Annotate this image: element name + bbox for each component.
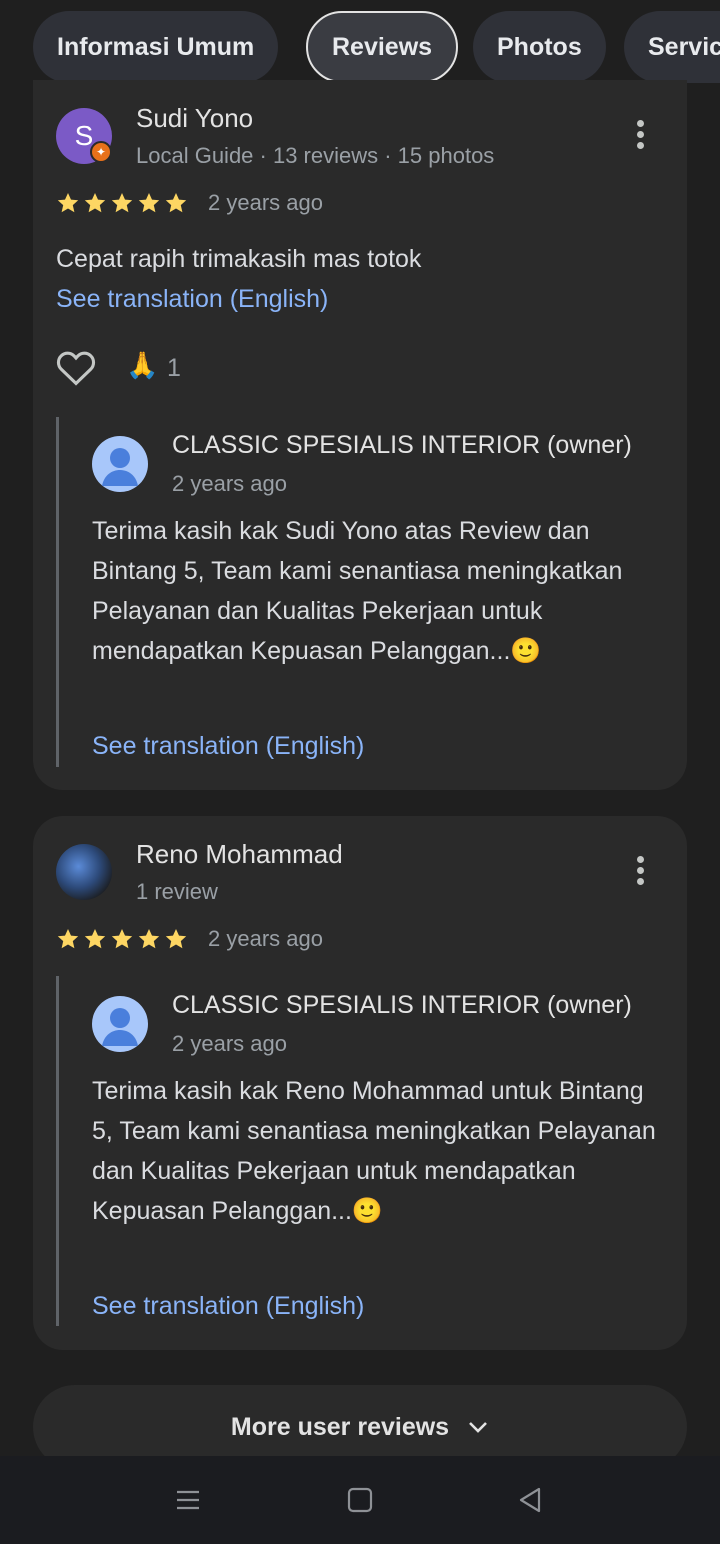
review-time: 2 years ago xyxy=(208,926,323,951)
owner-avatar xyxy=(92,996,148,1052)
place-reviews-screen: Informasi Umum Reviews Photos Services S… xyxy=(0,0,720,1544)
star-icon xyxy=(57,193,79,213)
star-icon xyxy=(111,193,133,213)
star-icon xyxy=(165,193,187,213)
chevron-down-icon xyxy=(469,1422,487,1433)
like-heart-icon[interactable] xyxy=(55,348,97,386)
back-icon[interactable] xyxy=(514,1484,546,1516)
star-icon xyxy=(165,929,187,949)
person-icon xyxy=(102,1008,138,1046)
review-card: S ✦ Sudi Yono Local Guide · 13 reviews ·… xyxy=(33,80,687,790)
star-icon xyxy=(57,929,79,949)
review-text: Cepat rapih trimakasih mas totok xyxy=(56,245,422,273)
see-translation-link[interactable]: See translation (English) xyxy=(56,285,328,314)
more-user-reviews-label: More user reviews xyxy=(230,1412,450,1441)
tab-photos[interactable]: Photos xyxy=(473,11,606,83)
owner-name: CLASSIC SPESIALIS INTERIOR (owner) xyxy=(172,431,632,459)
see-translation-link[interactable]: See translation (English) xyxy=(92,1292,364,1321)
tab-services[interactable]: Services xyxy=(624,11,720,83)
star-rating xyxy=(56,927,188,951)
avatar[interactable] xyxy=(56,844,112,900)
reaction-count: 1 xyxy=(167,354,181,382)
system-navigation-bar xyxy=(0,1456,720,1544)
more-options-icon[interactable] xyxy=(628,852,652,892)
home-icon[interactable] xyxy=(344,1484,376,1516)
menu-icon[interactable] xyxy=(172,1484,204,1516)
owner-name: CLASSIC SPESIALIS INTERIOR (owner) xyxy=(172,991,632,1019)
more-options-icon[interactable] xyxy=(628,116,652,156)
reviewer-meta: 1 review xyxy=(136,879,218,904)
star-icon xyxy=(84,929,106,949)
star-icon xyxy=(84,193,106,213)
reviewer-name[interactable]: Reno Mohammad xyxy=(136,839,343,870)
see-translation-link[interactable]: See translation (English) xyxy=(92,732,364,761)
star-icon xyxy=(138,193,160,213)
owner-avatar xyxy=(92,436,148,492)
local-guide-badge-icon: ✦ xyxy=(90,141,112,163)
reply-divider xyxy=(56,417,59,767)
reply-divider xyxy=(56,976,59,1326)
reviewer-meta: Local Guide · 13 reviews · 15 photos xyxy=(136,143,495,168)
tab-informasi-umum[interactable]: Informasi Umum xyxy=(33,11,279,83)
review-card: Reno Mohammad 1 review 2 years ago CLASS… xyxy=(33,816,687,1350)
owner-reply-text: Terima kasih kak Sudi Yono atas Review d… xyxy=(92,517,623,665)
person-icon xyxy=(102,448,138,486)
tab-bar: Informasi Umum Reviews Photos Services xyxy=(0,0,720,92)
star-rating xyxy=(56,191,188,215)
reaction-emoji[interactable]: 🙏 xyxy=(126,350,158,381)
owner-reply-time: 2 years ago xyxy=(172,471,287,496)
owner-reply-time: 2 years ago xyxy=(172,1031,287,1056)
star-icon xyxy=(138,929,160,949)
reviewer-name[interactable]: Sudi Yono xyxy=(136,103,253,134)
star-icon xyxy=(111,929,133,949)
owner-reply-text: Terima kasih kak Reno Mohammad untuk Bin… xyxy=(92,1077,656,1225)
review-time: 2 years ago xyxy=(208,190,323,215)
tab-reviews[interactable]: Reviews xyxy=(306,11,459,83)
